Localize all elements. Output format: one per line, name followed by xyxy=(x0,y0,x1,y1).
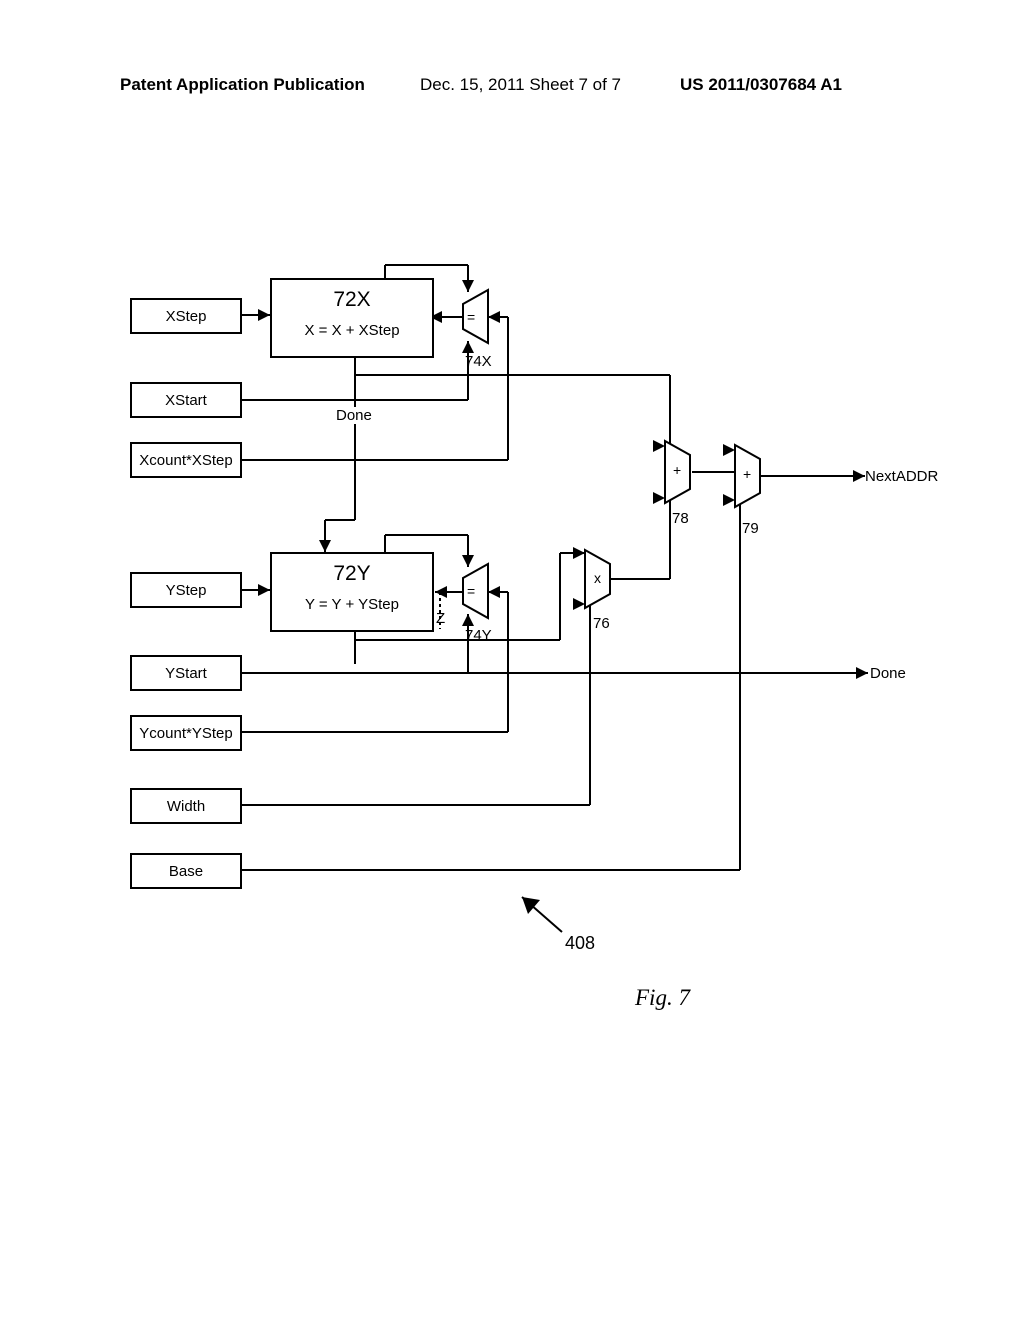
reg-ystart: YStart xyxy=(130,655,242,691)
block-72y-id: 72Y xyxy=(272,562,432,586)
block-72x-eq: X = X + XStep xyxy=(272,322,432,339)
figure-diagram: XStep XStart Xcount*XStep YStep YStart Y… xyxy=(130,260,910,980)
reg-xstep: XStep xyxy=(130,298,242,334)
label-76-ref: 76 xyxy=(593,615,610,632)
reg-xstart: XStart xyxy=(130,382,242,418)
label-79-ref: 79 xyxy=(742,520,759,537)
label-done-mid: Done xyxy=(336,407,372,424)
reg-ystep: YStep xyxy=(130,572,242,608)
reg-ycount-ystep: Ycount*YStep xyxy=(130,715,242,751)
header-mid: Dec. 15, 2011 Sheet 7 of 7 xyxy=(420,75,621,95)
label-74y-ref: 74Y xyxy=(465,627,492,644)
op-plus-78: + xyxy=(673,462,681,478)
reg-xcount-xstep: Xcount*XStep xyxy=(130,442,242,478)
op-plus-79: + xyxy=(743,466,751,482)
reg-base: Base xyxy=(130,853,242,889)
header-left: Patent Application Publication xyxy=(120,75,365,95)
op-x-76: x xyxy=(594,570,601,586)
block-72y: 72Y Y = Y + YStep xyxy=(270,552,434,632)
label-done-out: Done xyxy=(870,665,906,682)
label-nextaddr: NextADDR xyxy=(865,468,938,485)
block-72x: 72X X = X + XStep xyxy=(270,278,434,358)
label-408: 408 xyxy=(565,933,595,954)
label-78-ref: 78 xyxy=(672,510,689,527)
op-eq-74y: = xyxy=(467,583,475,599)
block-72y-eq: Y = Y + YStep xyxy=(272,596,432,613)
figure-caption: Fig. 7 xyxy=(635,985,690,1011)
op-eq-74x: = xyxy=(467,309,475,325)
label-74x-ref: 74X xyxy=(465,353,492,370)
block-72x-id: 72X xyxy=(272,288,432,312)
label-z: Z xyxy=(436,610,445,627)
reg-width: Width xyxy=(130,788,242,824)
header-right: US 2011/0307684 A1 xyxy=(680,75,842,95)
wiring-svg xyxy=(130,260,910,1020)
